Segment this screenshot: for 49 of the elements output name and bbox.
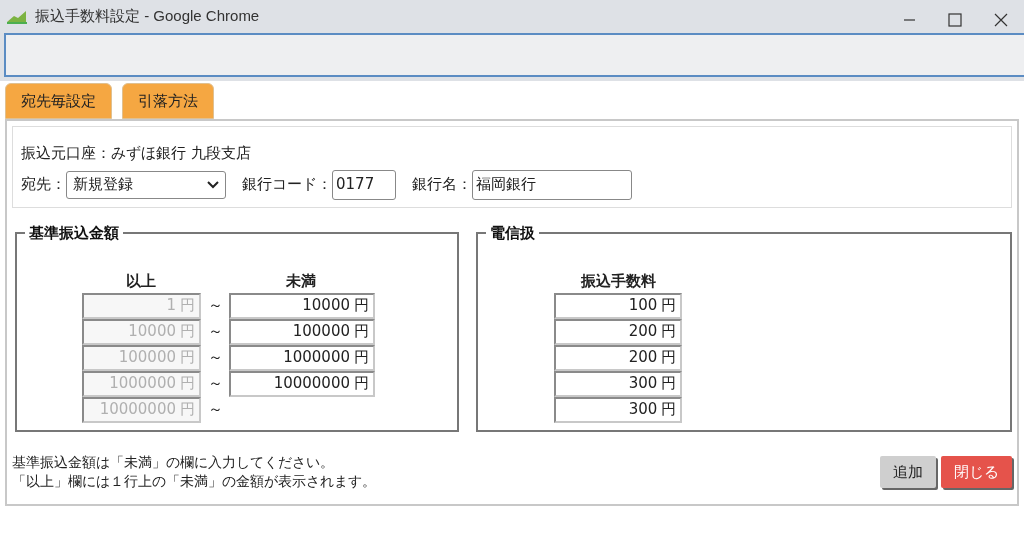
yen-unit: 円 (180, 373, 195, 395)
yen-unit: 円 (354, 373, 369, 395)
amount-field[interactable]: 100 円 (554, 292, 683, 319)
app-logo-icon (6, 9, 28, 24)
yen-unit: 円 (661, 321, 677, 343)
yen-unit: 円 (661, 373, 677, 395)
range-separator: ～ (206, 347, 224, 369)
amount-field[interactable]: 1000000 円 (229, 344, 375, 371)
amount-field[interactable]: 10000000 円 (229, 370, 375, 397)
yen-unit: 円 (661, 399, 677, 421)
payee-dropdown[interactable]: 新規登録 (66, 170, 226, 199)
amount-field[interactable]: 200 円 (554, 344, 683, 371)
yen-unit: 円 (354, 347, 369, 369)
bank-code-field[interactable]: 0177 (332, 169, 396, 200)
note-text: 「以上」欄には１行上の「未満」の金額が表示されます。 (12, 472, 376, 491)
note-text: 基準振込金額は「未満」の欄に入力してください。 (12, 453, 335, 472)
yen-unit: 円 (354, 295, 369, 317)
address-bar[interactable] (4, 33, 1024, 77)
account-label: 振込元口座： (21, 143, 111, 164)
range-separator: ～ (206, 295, 224, 317)
yen-unit: 円 (661, 295, 677, 317)
amount-field[interactable]: 300 円 (554, 370, 683, 397)
yen-unit: 円 (180, 295, 195, 317)
column-header: 未満 (285, 271, 317, 292)
bank-name-field[interactable]: 福岡銀行 (472, 169, 632, 200)
yen-unit: 円 (661, 347, 677, 369)
add-button[interactable]: 追加 (880, 456, 936, 488)
yen-unit: 円 (180, 321, 195, 343)
range-separator: ～ (206, 321, 224, 343)
chevron-down-icon (207, 180, 219, 189)
column-header: 以上 (125, 271, 157, 292)
yen-unit: 円 (180, 399, 195, 421)
bank-code-label: 銀行コード： (242, 174, 332, 196)
amount-field[interactable]: 100000 円 (229, 318, 375, 345)
window-title: 振込手数料設定 - Google Chrome (35, 6, 260, 27)
range-separator: ～ (206, 373, 224, 395)
payee-label: 宛先： (21, 174, 66, 196)
yen-unit: 円 (354, 321, 369, 343)
amount-field[interactable]: 200 円 (554, 318, 683, 345)
column-header: 振込手数料 (579, 271, 657, 292)
amount-field[interactable]: 300 円 (554, 396, 683, 423)
tab[interactable]: 宛先毎設定 (5, 83, 112, 119)
yen-unit: 円 (180, 347, 195, 369)
account-value: みずほ銀行 九段支店 (111, 143, 251, 164)
tab[interactable]: 引落方法 (122, 83, 214, 119)
range-separator: ～ (206, 399, 224, 421)
amount-field[interactable]: 10000 円 (229, 292, 375, 319)
bank-name-label: 銀行名： (412, 174, 472, 196)
close-button[interactable]: 閉じる (941, 456, 1012, 488)
